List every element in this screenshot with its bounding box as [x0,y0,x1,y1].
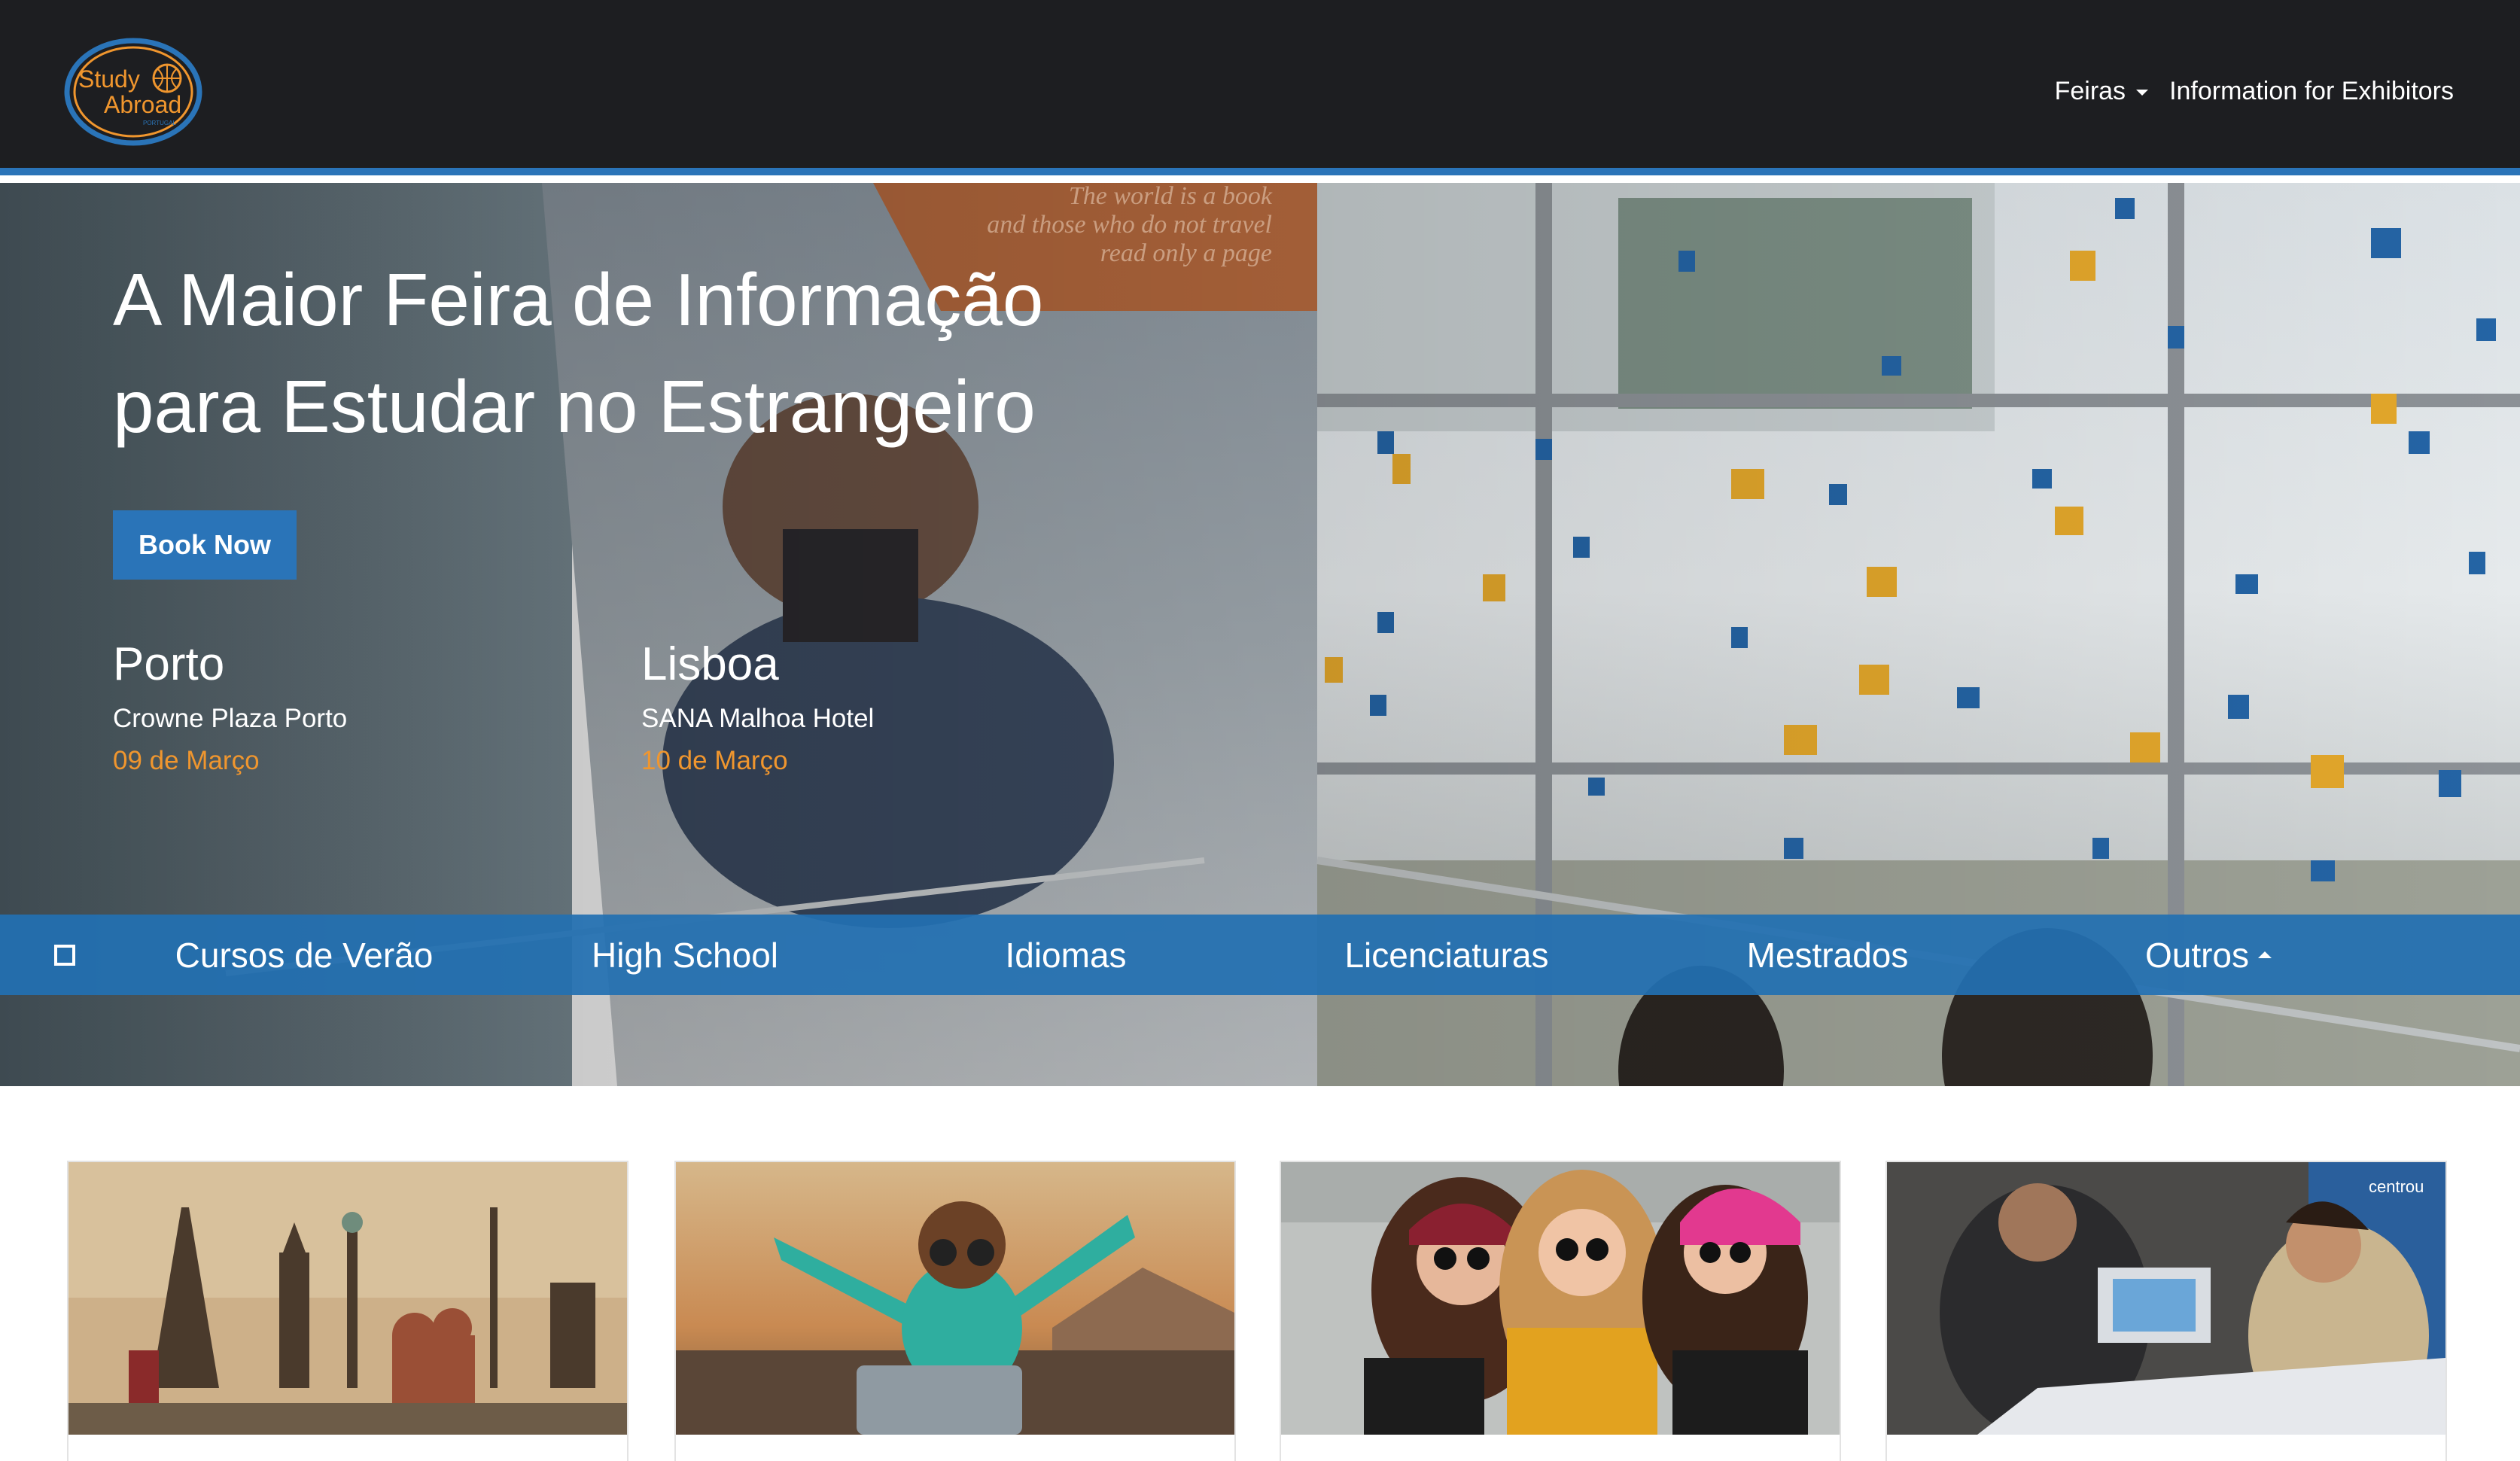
program-card[interactable] [1280,1161,1841,1461]
category-label: High School [591,935,779,975]
category-cursos-de-verao[interactable]: Cursos de Verão [116,915,492,995]
category-label: Licenciaturas [1344,935,1549,975]
poster-quote-line-1: The world is a book [1069,183,1273,210]
program-card[interactable] [67,1161,628,1461]
event-venue: Crowne Plaza Porto [113,704,348,733]
category-mestrados[interactable]: Mestrados [1639,915,2016,995]
chevron-down-icon [2136,90,2149,96]
globe-icon [152,63,182,93]
hero-headline-line-2: para Estudar no Estrangeiro [113,365,1036,448]
program-card[interactable]: centrou [1885,1161,2447,1461]
category-label: Idiomas [1005,935,1127,975]
card-image-girls-sunglasses [1281,1162,1840,1435]
card-image-fair-stand: centrou [1887,1162,2445,1435]
poster-quote-line-2: and those who do not travel [987,211,1272,239]
event-city: Lisboa [641,638,779,690]
nav-information-for-exhibitors[interactable]: Information for Exhibitors [2169,77,2454,106]
caret-up-icon [2258,951,2272,958]
category-high-school[interactable]: High School [497,915,873,995]
event-venue: SANA Malhoa Hotel [641,704,875,733]
category-bar: Cursos de Verão High School Idiomas Lice… [0,915,2520,995]
category-licenciaturas[interactable]: Licenciaturas [1258,915,1635,995]
nav-feiras-dropdown[interactable]: Feiras [2054,76,2149,106]
stand-sign-text: centrou [2369,1177,2424,1196]
event-city: Porto [113,638,225,690]
logo-word-study: Study [78,65,140,93]
hero-headline-line-1: A Maior Feira de Informação [113,258,1044,341]
program-card[interactable] [674,1161,1236,1461]
category-outros-dropdown[interactable]: Outros [2020,915,2397,995]
main-menu: Feiras Information for Exhibitors [2055,72,2454,110]
category-idiomas[interactable]: Idiomas [878,915,1254,995]
logo-word-portugal: PORTUGAL [143,120,176,126]
event-porto: Porto Crowne Plaza Porto 09 de Março [113,635,347,782]
square-toggle-icon[interactable] [54,945,75,966]
nav-feiras-label: Feiras [2054,76,2126,105]
site-logo[interactable]: Study Abroad PORTUGAL [62,35,205,149]
hero-headline: A Maior Feira de Informação para Estudar… [113,246,1242,460]
top-navbar: Study Abroad PORTUGAL Feiras Information… [0,0,2520,175]
category-label: Outros [2144,935,2250,975]
event-date: 09 de Março [113,746,260,775]
study-abroad-logo-icon: Study Abroad PORTUGAL [64,38,202,146]
event-date: 10 de Março [641,746,788,775]
event-lisboa: Lisboa SANA Malhoa Hotel 10 de Março [641,635,874,782]
nav-exhibitors-label: Information for Exhibitors [2169,76,2454,105]
category-label: Cursos de Verão [175,935,434,975]
card-image-child-aviator [676,1162,1234,1435]
category-label: Mestrados [1746,935,1909,975]
logo-word-abroad: Abroad [104,91,181,118]
card-image-world-landmarks [68,1162,627,1435]
book-now-button[interactable]: Book Now [113,510,297,580]
